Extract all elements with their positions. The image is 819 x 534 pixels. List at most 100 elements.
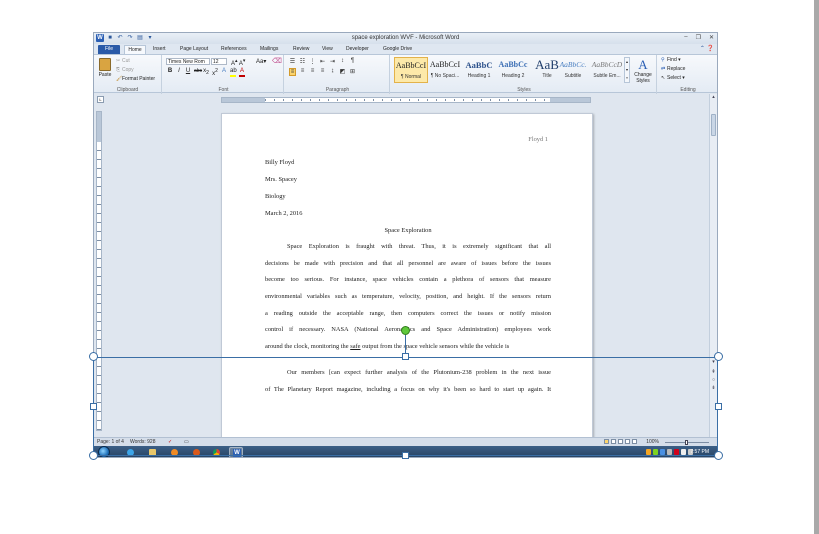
text-effects-button[interactable]: A bbox=[221, 68, 227, 77]
resize-handle-right[interactable] bbox=[715, 403, 722, 410]
style-subtle-emphasis[interactable]: AaBbCcD Subtle Em... bbox=[590, 57, 624, 83]
zoom-slider-knob[interactable] bbox=[685, 440, 688, 445]
sort-icon[interactable]: ↕ bbox=[339, 58, 346, 65]
numbering-icon[interactable]: ☷ bbox=[299, 58, 306, 65]
superscript-button[interactable]: x2 bbox=[212, 68, 218, 77]
rotate-handle[interactable] bbox=[401, 326, 410, 335]
decrease-indent-icon[interactable]: ⇤ bbox=[319, 58, 326, 65]
tray-icon[interactable] bbox=[653, 449, 658, 455]
zoom-slider[interactable] bbox=[665, 440, 709, 445]
paste-button[interactable]: Paste bbox=[97, 58, 113, 82]
vertical-scrollbar[interactable]: ▴ ▾ ⇞ ○ ⇟ bbox=[709, 94, 717, 437]
scroll-up-icon[interactable]: ▴ bbox=[710, 94, 717, 100]
resize-handle-top-right[interactable] bbox=[714, 352, 723, 361]
help-icon[interactable]: ⌃ ❓ bbox=[700, 45, 714, 52]
taskbar-app-ie[interactable] bbox=[124, 447, 138, 457]
align-right-icon[interactable]: ≡ bbox=[309, 68, 316, 76]
taskbar-clock[interactable]: 7:57 PM bbox=[690, 449, 709, 455]
taskbar-app-media[interactable] bbox=[168, 447, 182, 457]
minimize-icon[interactable]: – bbox=[684, 34, 687, 41]
outline-view-icon[interactable] bbox=[625, 439, 630, 444]
zoom-level[interactable]: 100% bbox=[646, 439, 659, 445]
show-formatting-icon[interactable]: ¶ bbox=[349, 58, 356, 65]
tab-review[interactable]: Review bbox=[293, 45, 309, 54]
grow-shrink-font-buttons[interactable]: A▴ A▾ bbox=[231, 58, 245, 67]
change-styles-button[interactable]: A Change Styles bbox=[633, 57, 653, 84]
tab-page-layout[interactable]: Page Layout bbox=[180, 45, 208, 54]
document-page[interactable]: Floyd 1 Billy Floyd Mrs. Spacey Biology … bbox=[221, 113, 593, 443]
tray-icon[interactable] bbox=[646, 449, 651, 455]
scroll-thumb[interactable] bbox=[711, 114, 716, 136]
restore-icon[interactable]: ❐ bbox=[696, 34, 701, 41]
tab-file[interactable]: File bbox=[98, 45, 120, 54]
justify-icon[interactable]: ≡ bbox=[319, 68, 326, 76]
style-heading-1[interactable]: AaBbC Heading 1 bbox=[462, 57, 496, 83]
italic-button[interactable]: I bbox=[176, 68, 182, 77]
proofing-icon[interactable]: ✓ bbox=[168, 439, 172, 445]
taskbar-app-explorer[interactable] bbox=[146, 447, 160, 457]
ruler-bar[interactable] bbox=[221, 97, 591, 103]
taskbar-app-chrome[interactable] bbox=[210, 447, 224, 457]
align-left-icon[interactable]: ≡ bbox=[289, 68, 296, 76]
resize-handle-bottom-left[interactable] bbox=[89, 451, 98, 460]
font-family-select[interactable]: Times New Rom bbox=[166, 58, 210, 65]
tray-icon[interactable] bbox=[660, 449, 665, 455]
tray-icon[interactable] bbox=[674, 449, 679, 455]
resize-handle-top-left[interactable] bbox=[89, 352, 98, 361]
resize-handle-bottom-right[interactable] bbox=[714, 451, 723, 460]
taskbar-app-firefox[interactable] bbox=[190, 447, 204, 457]
resize-handle-top[interactable] bbox=[402, 353, 409, 360]
browse-object-icon[interactable]: ○ bbox=[710, 377, 717, 383]
full-screen-view-icon[interactable] bbox=[611, 439, 616, 444]
print-layout-view-icon[interactable] bbox=[604, 439, 609, 444]
prev-page-icon[interactable]: ⇞ bbox=[710, 369, 717, 375]
resize-handle-bottom[interactable] bbox=[402, 452, 409, 459]
taskbar-app-word[interactable]: W bbox=[229, 447, 243, 457]
word-count[interactable]: Words: 928 bbox=[130, 439, 155, 445]
tab-google-drive[interactable]: Google Drive bbox=[383, 45, 412, 54]
tab-developer[interactable]: Developer bbox=[346, 45, 369, 54]
cut-button[interactable]: ✂ Cut bbox=[116, 58, 130, 64]
shading-icon[interactable]: ◩ bbox=[339, 68, 346, 76]
resize-handle-left[interactable] bbox=[90, 403, 97, 410]
subscript-button[interactable]: x2 bbox=[203, 68, 209, 77]
tab-insert[interactable]: Insert bbox=[153, 45, 166, 54]
font-size-select[interactable]: 12 bbox=[211, 58, 227, 65]
tab-selector-icon[interactable]: L bbox=[97, 96, 104, 103]
copy-button[interactable]: ⎘ Copy bbox=[116, 67, 134, 73]
next-page-icon[interactable]: ⇟ bbox=[710, 385, 717, 391]
select-button[interactable]: ↖ Select ▾ bbox=[661, 75, 685, 81]
style-normal[interactable]: AaBbCcI ¶ Normal bbox=[394, 57, 428, 83]
line-spacing-icon[interactable]: ↨ bbox=[329, 68, 336, 76]
find-button[interactable]: ⚲ Find ▾ bbox=[661, 57, 681, 63]
replace-button[interactable]: ⇄ Replace bbox=[661, 66, 685, 72]
styles-gallery-scroll[interactable]: ▴ ▾ ▿ bbox=[624, 57, 630, 83]
macro-icon[interactable]: ▭ bbox=[184, 439, 189, 445]
format-painter-button[interactable]: 🖌Format Painter bbox=[116, 76, 155, 82]
highlight-button[interactable]: ab bbox=[230, 68, 237, 77]
tab-home[interactable]: Home bbox=[124, 45, 146, 54]
strikethrough-button[interactable]: abc bbox=[194, 68, 202, 77]
network-icon[interactable] bbox=[681, 449, 686, 455]
multilevel-list-icon[interactable]: ⋮ bbox=[309, 58, 316, 65]
font-color-button[interactable]: A bbox=[239, 68, 245, 77]
tab-view[interactable]: View bbox=[322, 45, 333, 54]
tab-mailings[interactable]: Mailings bbox=[260, 45, 278, 54]
change-case-button[interactable]: Aa▾ bbox=[256, 58, 266, 65]
web-layout-view-icon[interactable] bbox=[618, 439, 623, 444]
draft-view-icon[interactable] bbox=[632, 439, 637, 444]
borders-icon[interactable]: ⊞ bbox=[349, 68, 356, 76]
bullets-icon[interactable]: ☰ bbox=[289, 58, 296, 65]
increase-indent-icon[interactable]: ⇥ bbox=[329, 58, 336, 65]
bold-button[interactable]: B bbox=[167, 68, 173, 77]
underline-button[interactable]: U bbox=[185, 68, 191, 77]
style-subtitle[interactable]: AaBbCc. Subtitle bbox=[556, 57, 590, 83]
clear-formatting-icon[interactable]: ⌫ bbox=[272, 57, 282, 65]
page-count[interactable]: Page: 1 of 4 bbox=[97, 439, 124, 445]
tray-icon[interactable] bbox=[667, 449, 672, 455]
style-heading-2[interactable]: AaBbCc Heading 2 bbox=[496, 57, 530, 83]
close-icon[interactable]: ✕ bbox=[709, 34, 714, 41]
style-no-spacing[interactable]: AaBbCcI ¶ No Spaci... bbox=[428, 57, 462, 83]
tab-references[interactable]: References bbox=[221, 45, 247, 54]
start-button-icon[interactable] bbox=[98, 446, 110, 457]
